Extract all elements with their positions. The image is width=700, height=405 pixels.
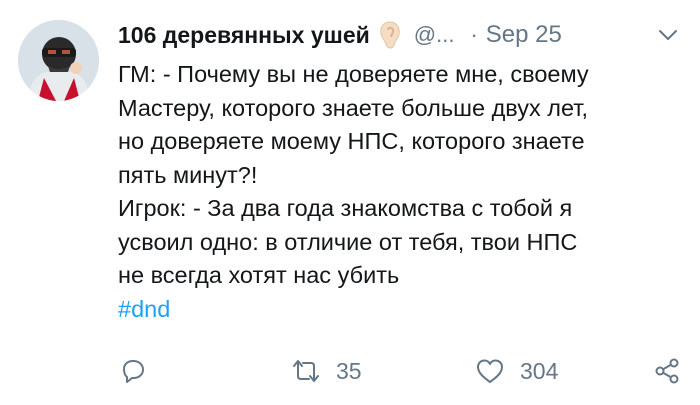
share-button[interactable] xyxy=(652,354,682,388)
tweet-text-line: усвоил одно: в отличие от тебя, твои НПС xyxy=(118,228,578,255)
share-icon xyxy=(655,358,679,384)
like-button[interactable]: 304 xyxy=(474,354,558,388)
tweet-text-line: пять минут?! xyxy=(118,161,258,188)
tweet-header: 106 деревянных ушей @... · Sep 25 xyxy=(118,16,680,54)
tweet-text-line: но доверяете моему НПС, которого знаете xyxy=(118,128,585,154)
reply-button[interactable] xyxy=(118,354,148,388)
author-name[interactable]: 106 деревянных ушей xyxy=(118,22,370,49)
tweet-text-line: Игрок: - За два года знакомства с тобой … xyxy=(118,195,573,221)
like-count: 304 xyxy=(520,357,559,384)
tweet-text-line: ГМ: - Почему вы не доверяете мне, своему xyxy=(118,61,589,87)
chevron-down-icon[interactable] xyxy=(656,23,680,47)
tweet-text-line: Мастеру, которого знаете больше двух лет… xyxy=(118,94,588,121)
tweet-text-line: не всегда хотят нас убить xyxy=(118,262,400,288)
heart-icon xyxy=(477,359,503,383)
author-handle[interactable]: @... xyxy=(414,22,455,48)
tweet-text: ГМ: - Почему вы не доверяете мне, своему… xyxy=(118,58,678,326)
speech-bubble-icon xyxy=(123,360,144,383)
tweet-actions: 35 304 xyxy=(118,354,688,388)
retweet-count: 35 xyxy=(336,357,362,384)
ear-emoji-icon xyxy=(378,20,402,50)
retweet-icon xyxy=(293,360,319,382)
tweet-timestamp[interactable]: Sep 25 xyxy=(486,21,562,49)
separator-dot: · xyxy=(470,22,478,47)
hashtag-link[interactable]: #dnd xyxy=(118,293,678,327)
retweet-button[interactable]: 35 xyxy=(290,354,362,388)
author-avatar[interactable] xyxy=(18,20,99,101)
